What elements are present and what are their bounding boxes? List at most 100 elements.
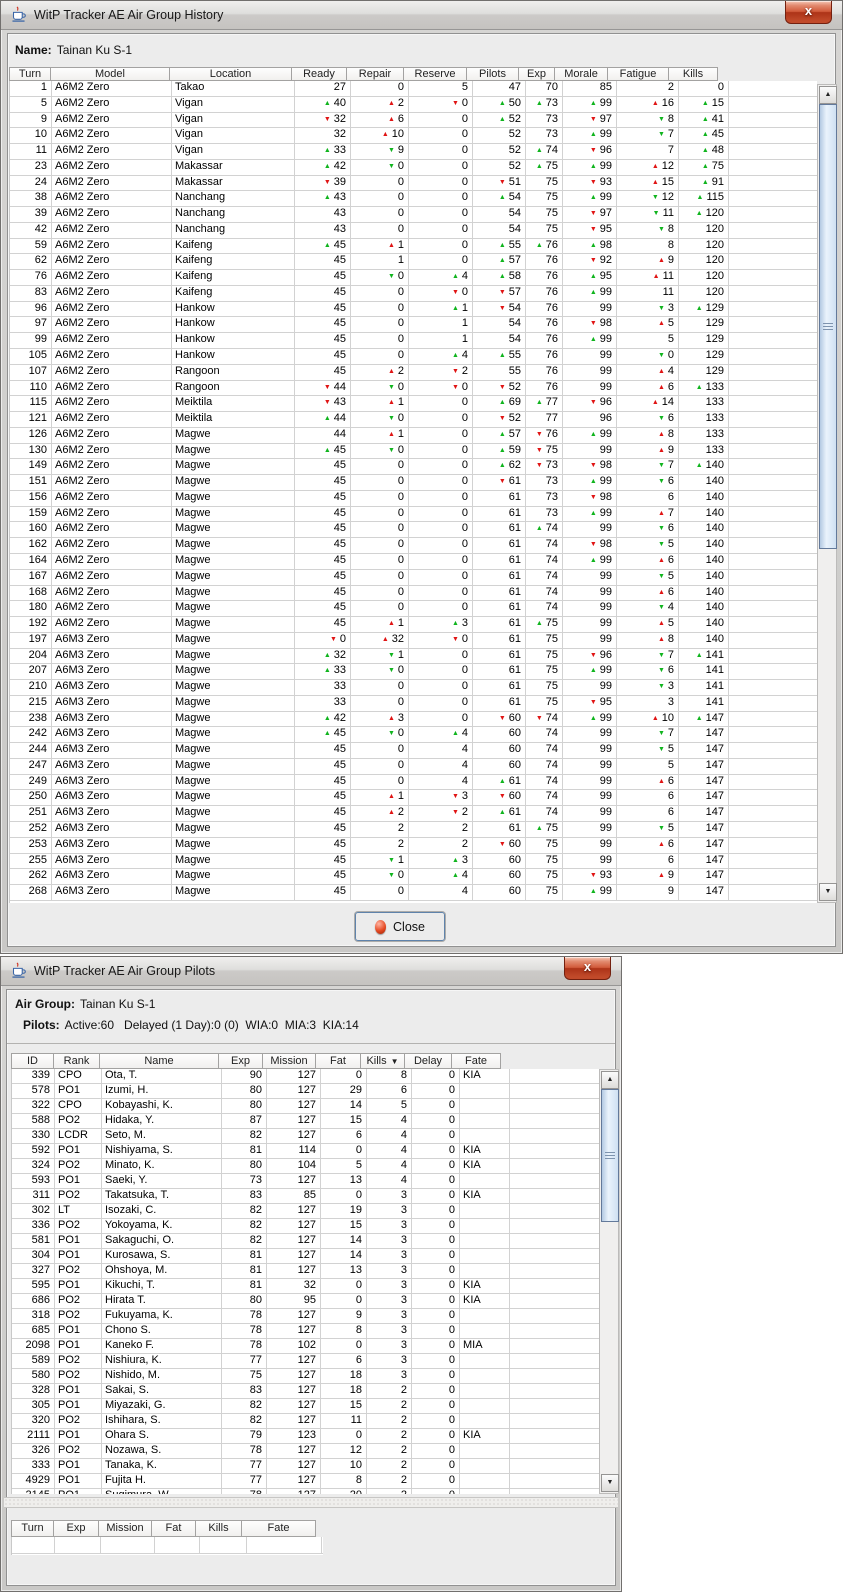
- table-row[interactable]: 4929 PO1 Fujita H. 77 127 8 2 0: [12, 1474, 600, 1489]
- table-row[interactable]: 126 A6M2 Zero Magwe 44 ▲ 1 0 ▲ 57 ▼ 76 ▲ 99 ▲ 8 133: [10, 427, 817, 444]
- table-row[interactable]: 333 PO1 Tanaka, K. 77 127 10 2 0: [12, 1459, 600, 1474]
- scroll-down-button[interactable]: ▼: [601, 1474, 619, 1492]
- table-row[interactable]: 83 A6M2 Zero Kaifeng 45 0 ▼ 0 ▼ 57 76 ▲ 99 11 120: [10, 285, 817, 302]
- table-row[interactable]: 23 A6M2 Zero Makassar ▲ 42 ▼ 0 0 52 ▲ 75 ▲ 99 ▲ 12 ▲ 75: [10, 159, 817, 176]
- column-header-location[interactable]: Location: [169, 67, 292, 81]
- table-row[interactable]: 2111 PO1 Ohara S. 79 123 0 2 0 KIA: [12, 1429, 600, 1444]
- table-row[interactable]: 247 A6M3 Zero Magwe 45 0 4 60 74 99 5 147: [10, 758, 817, 775]
- column-header-delay[interactable]: Delay: [404, 1053, 452, 1069]
- column-header-exp[interactable]: Exp: [53, 1520, 99, 1537]
- table-row[interactable]: 215 A6M3 Zero Magwe 33 0 0 61 75 ▼ 95 3 141: [10, 695, 817, 712]
- column-header-fate[interactable]: Fate: [451, 1053, 501, 1069]
- table-row[interactable]: 2145PO1Sugimura, W.781272020: [12, 1489, 600, 1494]
- table-row[interactable]: 105 A6M2 Zero Hankow 45 0 ▲ 4 ▲ 55 76 99 ▼ 0 129: [10, 349, 817, 365]
- table-row[interactable]: 38 A6M2 Zero Nanchang ▲ 43 0 0 ▲ 54 75 ▲ 99 ▼ 12 ▲ 115: [10, 191, 817, 208]
- column-header-repair[interactable]: Repair: [346, 67, 404, 81]
- table-row[interactable]: 320 PO2 Ishihara, S. 82 127 11 2 0: [12, 1414, 600, 1429]
- table-row[interactable]: 592 PO1 Nishiyama, S. 81 114 0 4 0 KIA: [12, 1144, 600, 1159]
- table-row[interactable]: 244 A6M3 Zero Magwe 45 0 4 60 74 99 ▼ 5 147: [10, 743, 817, 759]
- table-row[interactable]: 59 A6M2 Zero Kaifeng ▲ 45 ▲ 1 0 ▲ 55 ▲ 76 ▲ 98 8 120: [10, 238, 817, 255]
- column-header-exp[interactable]: Exp: [518, 67, 555, 81]
- table-row[interactable]: 96 A6M2 Zero Hankow 45 0 ▲ 1 ▼ 54 76 99 ▼ 3 ▲ 129: [10, 301, 817, 318]
- table-row[interactable]: 160 A6M2 Zero Magwe 45 0 0 61 ▲ 74 99 ▼ 6 140: [10, 522, 817, 539]
- close-window-button[interactable]: x: [785, 1, 832, 24]
- scroll-down-button[interactable]: ▼: [819, 883, 837, 901]
- table-row[interactable]: 268 A6M3 Zero Magwe 45 0 4 60 75 ▲ 99 9 147: [10, 885, 817, 901]
- close-window-button[interactable]: x: [564, 957, 611, 980]
- column-header-fat[interactable]: Fat: [151, 1520, 196, 1537]
- table-row[interactable]: 330 LCDR Seto, M. 82 127 6 4 0: [12, 1129, 600, 1144]
- table-row[interactable]: 588 PO2 Hidaka, Y. 87 127 15 4 0: [12, 1114, 600, 1129]
- scroll-up-button[interactable]: ▲: [601, 1071, 619, 1089]
- table-row[interactable]: 327 PO2 Ohshoya, M. 81 127 13 3 0: [12, 1264, 600, 1279]
- vertical-scrollbar[interactable]: ▲ ▼: [817, 84, 837, 903]
- title-bar[interactable]: WitP Tracker AE Air Group History x: [1, 1, 842, 30]
- column-header-mission[interactable]: Mission: [98, 1520, 152, 1537]
- column-header-pilots[interactable]: Pilots: [466, 67, 519, 81]
- column-header-fat[interactable]: Fat: [315, 1053, 361, 1069]
- table-row[interactable]: 207 A6M3 Zero Magwe ▲ 33 ▼ 0 0 61 75 ▲ 99 ▼ 6 141: [10, 664, 817, 681]
- table-row[interactable]: 192 A6M2 Zero Magwe 45 ▲ 1 ▲ 3 61 ▲ 75 99 ▲ 5 140: [10, 617, 817, 633]
- table-row[interactable]: 255 A6M3 Zero Magwe 45 ▼ 1 ▲ 3 60 75 99 6 147: [10, 853, 817, 870]
- table-row[interactable]: 685 PO1 Chono S. 78 127 8 3 0: [12, 1324, 600, 1339]
- title-bar[interactable]: WitP Tracker AE Air Group Pilots x: [1, 957, 621, 986]
- table-row[interactable]: 324 PO2 Minato, K. 80 104 5 4 0 KIA: [12, 1159, 600, 1174]
- close-button[interactable]: Close: [355, 912, 445, 941]
- table-row[interactable]: 210 A6M3 Zero Magwe 33 0 0 61 75 99 ▼ 3 141: [10, 680, 817, 696]
- table-row[interactable]: 197 A6M3 Zero Magwe ▼ 0 ▲ 32 ▼ 0 61 75 99 ▲ 8 140: [10, 632, 817, 649]
- table-row[interactable]: 304 PO1 Kurosawa, S. 81 127 14 3 0: [12, 1249, 600, 1264]
- table-row[interactable]: 302 LT Isozaki, C. 82 127 19 3 0: [12, 1204, 600, 1219]
- table-row[interactable]: 581 PO1 Sakaguchi, O. 82 127 14 3 0: [12, 1234, 600, 1249]
- table-row[interactable]: 578 PO1 Izumi, H. 80 127 29 6 0: [12, 1084, 600, 1099]
- table-row[interactable]: 253 A6M3 Zero Magwe 45 2 2 ▼ 60 75 99 ▲ 6 147: [10, 837, 817, 854]
- table-row[interactable]: 249 A6M3 Zero Magwe 45 0 4 ▲ 61 74 99 ▲ 6 147: [10, 774, 817, 791]
- table-row[interactable]: 130 A6M2 Zero Magwe ▲ 45 ▼ 0 0 ▲ 59 ▼ 75 99 ▲ 9 133: [10, 443, 817, 460]
- table-row[interactable]: 168 A6M2 Zero Magwe 45 0 0 61 74 99 ▲ 6 140: [10, 585, 817, 602]
- table-row[interactable]: 107 A6M2 Zero Rangoon 45 ▲ 2 ▼ 2 55 76 99 ▲ 4 129: [10, 364, 817, 381]
- column-header-ready[interactable]: Ready: [291, 67, 347, 81]
- table-row[interactable]: 336 PO2 Yokoyama, K. 82 127 15 3 0: [12, 1219, 600, 1234]
- table-row[interactable]: 593 PO1 Saeki, Y. 73 127 13 4 0: [12, 1174, 600, 1189]
- table-row[interactable]: 24 A6M2 Zero Makassar ▼ 39 0 0 ▼ 51 75 ▼ 93 ▲ 15 ▲ 91: [10, 175, 817, 192]
- table-row[interactable]: 5 A6M2 Zero Vigan ▲ 40 ▲ 2 ▼ 0 ▲ 50 ▲ 73 ▲ 99 ▲ 16 ▲ 15: [10, 96, 817, 113]
- table-row[interactable]: 2098 PO1 Kaneko F. 78 102 0 3 0 MIA: [12, 1339, 600, 1354]
- table-row[interactable]: 238 A6M3 Zero Magwe ▲ 42 ▲ 3 0 ▼ 60 ▼ 74 ▲ 99 ▲ 10 ▲ 147: [10, 711, 817, 728]
- table-row[interactable]: 250 A6M3 Zero Magwe 45 ▲ 1 ▼ 3 ▼ 60 74 99 6 147: [10, 790, 817, 807]
- table-row[interactable]: 328 PO1 Sakai, S. 83 127 18 2 0: [12, 1384, 600, 1399]
- table-row[interactable]: 110 A6M2 Zero Rangoon ▼ 44 ▼ 0 ▼ 0 ▼ 52 76 99 ▲ 6 ▲ 133: [10, 380, 817, 397]
- table-row[interactable]: 151 A6M2 Zero Magwe 45 0 0 ▼ 61 73 ▲ 99 ▼ 6 140: [10, 475, 817, 491]
- table-row[interactable]: 251 A6M3 Zero Magwe 45 ▲ 2 ▼ 2 ▲ 61 74 99 6 147: [10, 806, 817, 822]
- table-row[interactable]: 42 A6M2 Zero Nanchang 43 0 0 54 75 ▼ 95 ▼ 8 120: [10, 222, 817, 239]
- column-header-kills[interactable]: Kills ▼: [360, 1053, 405, 1069]
- table-row[interactable]: 167 A6M2 Zero Magwe 45 0 0 61 74 99 ▼ 5 140: [10, 569, 817, 586]
- table-row[interactable]: 162 A6M2 Zero Magwe 45 0 0 61 74 ▼ 98 ▼ 5 140: [10, 538, 817, 554]
- table-row[interactable]: 204 A6M3 Zero Magwe ▲ 32 ▼ 1 0 61 75 ▼ 96 ▼ 7 ▲ 141: [10, 648, 817, 665]
- table-row[interactable]: 115 A6M2 Zero Meiktila ▼ 43 ▲ 1 0 ▲ 69 ▲ 77 ▼ 96 ▲ 14 13…: [10, 396, 817, 413]
- table-row[interactable]: 9 A6M2 Zero Vigan ▼ 32 ▲ 6 0 ▲ 52 73 ▼ 97 ▼ 8 ▲ 41: [10, 112, 817, 129]
- table-row[interactable]: 121 A6M2 Zero Meiktila ▲ 44 ▼ 0 0 ▼ 52 77 96 ▼ 6 133: [10, 412, 817, 428]
- table-row[interactable]: 11 A6M2 Zero Vigan ▲ 33 ▼ 9 0 52 ▲ 74 ▼ 96 7 ▲ 48: [10, 144, 817, 160]
- column-header-rank[interactable]: Rank: [53, 1053, 100, 1069]
- table-row[interactable]: 1 A6M2 Zero Takao 27 0 5 47 70 85 2 0: [10, 81, 817, 97]
- column-header-fatigue[interactable]: Fatigue: [607, 67, 669, 81]
- column-header-kills[interactable]: Kills: [195, 1520, 242, 1537]
- table-row[interactable]: 686 PO2 Hirata T. 80 95 0 3 0 KIA: [12, 1294, 600, 1309]
- table-row[interactable]: 326 PO2 Nozawa, S. 78 127 12 2 0: [12, 1444, 600, 1459]
- table-row[interactable]: 305 PO1 Miyazaki, G. 82 127 15 2 0: [12, 1399, 600, 1414]
- column-header-morale[interactable]: Morale: [554, 67, 608, 81]
- table-row[interactable]: 99 A6M2 Zero Hankow 45 0 1 54 76 ▲ 99 5 129: [10, 333, 817, 350]
- column-header-id[interactable]: ID: [11, 1053, 54, 1069]
- scroll-up-button[interactable]: ▲: [819, 86, 837, 104]
- table-row[interactable]: 318 PO2 Fukuyama, K. 78 127 9 3 0: [12, 1309, 600, 1324]
- column-header-model[interactable]: Model: [50, 67, 170, 81]
- table-row[interactable]: 10 A6M2 Zero Vigan 32 ▲ 10 0 52 73 ▲ 99 ▼ 7 ▲ 45: [10, 128, 817, 145]
- table-row[interactable]: 39 A6M2 Zero Nanchang 43 0 0 54 75 ▼ 97 ▼ 11 ▲ 120: [10, 207, 817, 223]
- scrollbar-thumb[interactable]: [601, 1089, 619, 1222]
- scrollbar-thumb[interactable]: [819, 104, 837, 549]
- split-pane-divider[interactable]: [4, 1497, 618, 1508]
- column-header-exp[interactable]: Exp: [218, 1053, 263, 1069]
- table-row[interactable]: 76 A6M2 Zero Kaifeng 45 ▼ 0 ▲ 4 ▲ 58 76 ▲ 95 ▲ 11 120: [10, 270, 817, 286]
- table-row[interactable]: 62 A6M2 Zero Kaifeng 45 1 0 ▲ 57 76 ▼ 92 ▲ 9 120: [10, 254, 817, 271]
- column-header-mission[interactable]: Mission: [262, 1053, 316, 1069]
- column-header-kills[interactable]: Kills: [668, 67, 718, 81]
